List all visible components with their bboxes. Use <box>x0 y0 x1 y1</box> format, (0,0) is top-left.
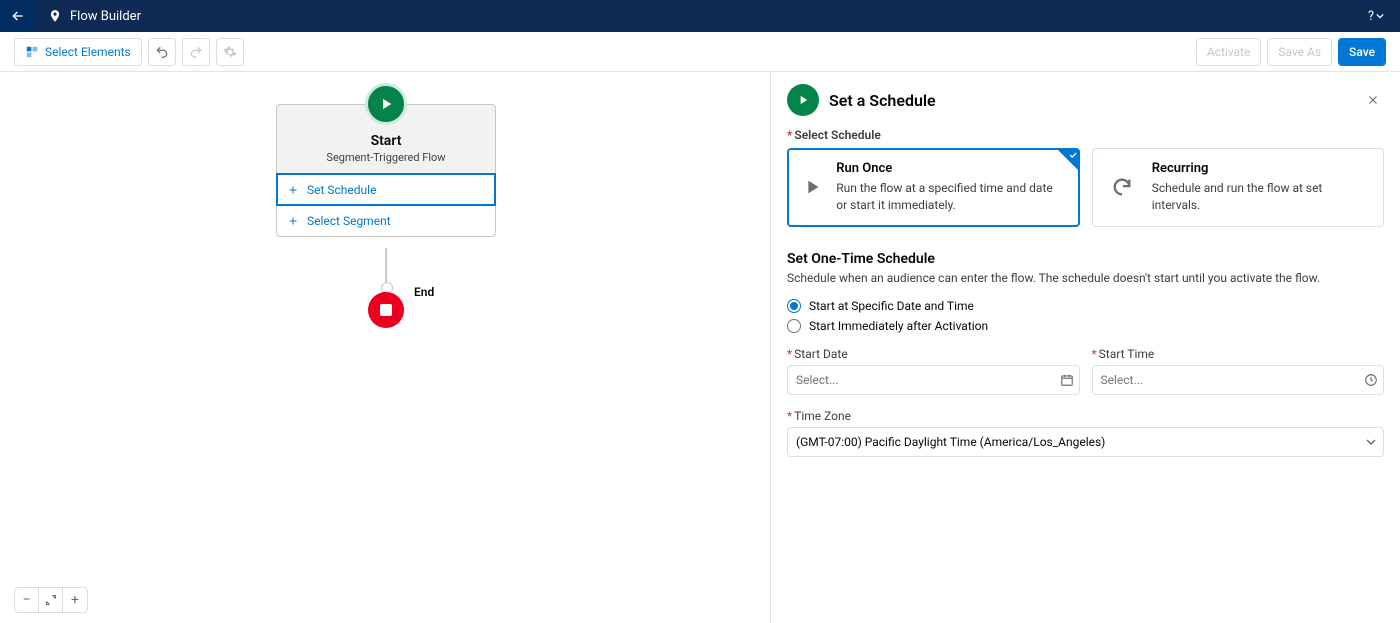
save-label: Save <box>1349 45 1375 59</box>
schedule-panel: Set a Schedule *Select Schedule Run Once <box>770 72 1400 623</box>
schedule-options: Run Once Run the flow at a specified tim… <box>787 148 1384 227</box>
stop-icon <box>380 304 392 316</box>
end-node-label: End <box>414 285 434 299</box>
undo-button[interactable] <box>148 38 176 66</box>
multiselect-icon <box>25 45 39 59</box>
select-segment-label: Select Segment <box>307 214 391 228</box>
redo-button[interactable] <box>182 38 210 66</box>
start-time-input[interactable] <box>1092 365 1385 395</box>
play-icon <box>796 93 810 107</box>
set-schedule-action[interactable]: Set Schedule <box>277 174 495 205</box>
check-icon <box>1068 150 1078 160</box>
activate-button[interactable]: Activate <box>1196 38 1262 66</box>
start-time-label: *Start Time <box>1092 347 1385 361</box>
chevron-down-icon <box>1366 437 1376 447</box>
redo-icon <box>189 45 203 59</box>
zoom-controls: − + <box>14 587 88 613</box>
back-button[interactable] <box>0 0 36 32</box>
panel-header: Set a Schedule <box>771 72 1400 124</box>
activate-label: Activate <box>1207 45 1251 59</box>
radio-specific-label: Start at Specific Date and Time <box>809 299 974 313</box>
radio-immediate[interactable]: Start Immediately after Activation <box>787 319 1384 333</box>
onetime-desc: Schedule when an audience can enter the … <box>787 271 1384 285</box>
chevron-down-icon <box>1376 12 1384 20</box>
onetime-title: Set One-Time Schedule <box>787 251 1384 267</box>
settings-button[interactable] <box>216 38 244 66</box>
fit-view-button[interactable] <box>39 588 63 612</box>
save-as-label: Save As <box>1278 45 1321 59</box>
start-node[interactable]: Start Segment-Triggered Flow Set Schedul… <box>276 104 496 237</box>
radio-icon <box>787 299 801 313</box>
start-date-input[interactable] <box>787 365 1080 395</box>
panel-body: *Select Schedule Run Once Run the flow a… <box>771 124 1400 473</box>
app-title: Flow Builder <box>70 9 141 24</box>
connector-line <box>385 248 387 288</box>
end-node[interactable]: End <box>368 292 434 328</box>
plus-icon <box>287 184 299 196</box>
radio-immediate-label: Start Immediately after Activation <box>809 319 988 333</box>
toolbar: Select Elements Activate Save As Save <box>0 32 1400 72</box>
selected-indicator <box>1057 149 1079 171</box>
panel-title: Set a Schedule <box>829 91 936 110</box>
flow-canvas[interactable]: Start Segment-Triggered Flow Set Schedul… <box>0 72 770 623</box>
main-split: Start Segment-Triggered Flow Set Schedul… <box>0 72 1400 623</box>
start-time-field: *Start Time <box>1092 347 1385 395</box>
gear-icon <box>223 45 237 59</box>
save-as-button[interactable]: Save As <box>1267 38 1332 66</box>
timezone-value: (GMT-07:00) Pacific Daylight Time (Ameri… <box>796 435 1105 449</box>
run-once-desc: Run the flow at a specified time and dat… <box>836 180 1064 214</box>
timezone-field: *Time Zone (GMT-07:00) Pacific Daylight … <box>787 409 1384 457</box>
location-icon <box>48 9 62 23</box>
app-title-group: Flow Builder <box>48 9 141 24</box>
start-date-field: *Start Date <box>787 347 1080 395</box>
plus-icon <box>287 215 299 227</box>
panel-header-icon <box>787 84 819 116</box>
fit-icon <box>45 594 57 606</box>
close-icon <box>1366 93 1380 107</box>
start-node-header: Start Segment-Triggered Flow <box>277 105 495 174</box>
recurring-desc: Schedule and run the flow at set interva… <box>1152 180 1369 214</box>
undo-icon <box>155 45 169 59</box>
run-once-title: Run Once <box>836 161 1064 176</box>
radio-icon <box>787 319 801 333</box>
start-date-label: *Start Date <box>787 347 1080 361</box>
timezone-select[interactable]: (GMT-07:00) Pacific Daylight Time (Ameri… <box>787 427 1384 457</box>
select-segment-action[interactable]: Select Segment <box>277 205 495 236</box>
zoom-out-button[interactable]: − <box>15 588 39 612</box>
help-icon: ? <box>1368 9 1374 24</box>
run-once-card[interactable]: Run Once Run the flow at a specified tim… <box>787 148 1080 227</box>
select-elements-label: Select Elements <box>45 45 131 59</box>
panel-close-button[interactable] <box>1362 89 1384 111</box>
start-node-subtitle: Segment-Triggered Flow <box>285 151 487 164</box>
recurring-card[interactable]: Recurring Schedule and run the flow at s… <box>1092 148 1385 227</box>
refresh-icon <box>1105 161 1140 214</box>
end-node-icon <box>368 292 404 328</box>
select-elements-button[interactable]: Select Elements <box>14 38 142 66</box>
zoom-in-button[interactable]: + <box>63 588 87 612</box>
play-outline-icon <box>800 161 824 214</box>
top-bar: Flow Builder ? <box>0 0 1400 32</box>
select-schedule-label: *Select Schedule <box>787 128 1384 142</box>
start-node-title: Start <box>285 133 487 149</box>
set-schedule-label: Set Schedule <box>307 183 376 197</box>
timezone-label: *Time Zone <box>787 409 1384 423</box>
radio-specific[interactable]: Start at Specific Date and Time <box>787 299 1384 313</box>
save-button[interactable]: Save <box>1338 38 1386 66</box>
recurring-title: Recurring <box>1152 161 1369 176</box>
help-button[interactable]: ? <box>1364 5 1388 28</box>
